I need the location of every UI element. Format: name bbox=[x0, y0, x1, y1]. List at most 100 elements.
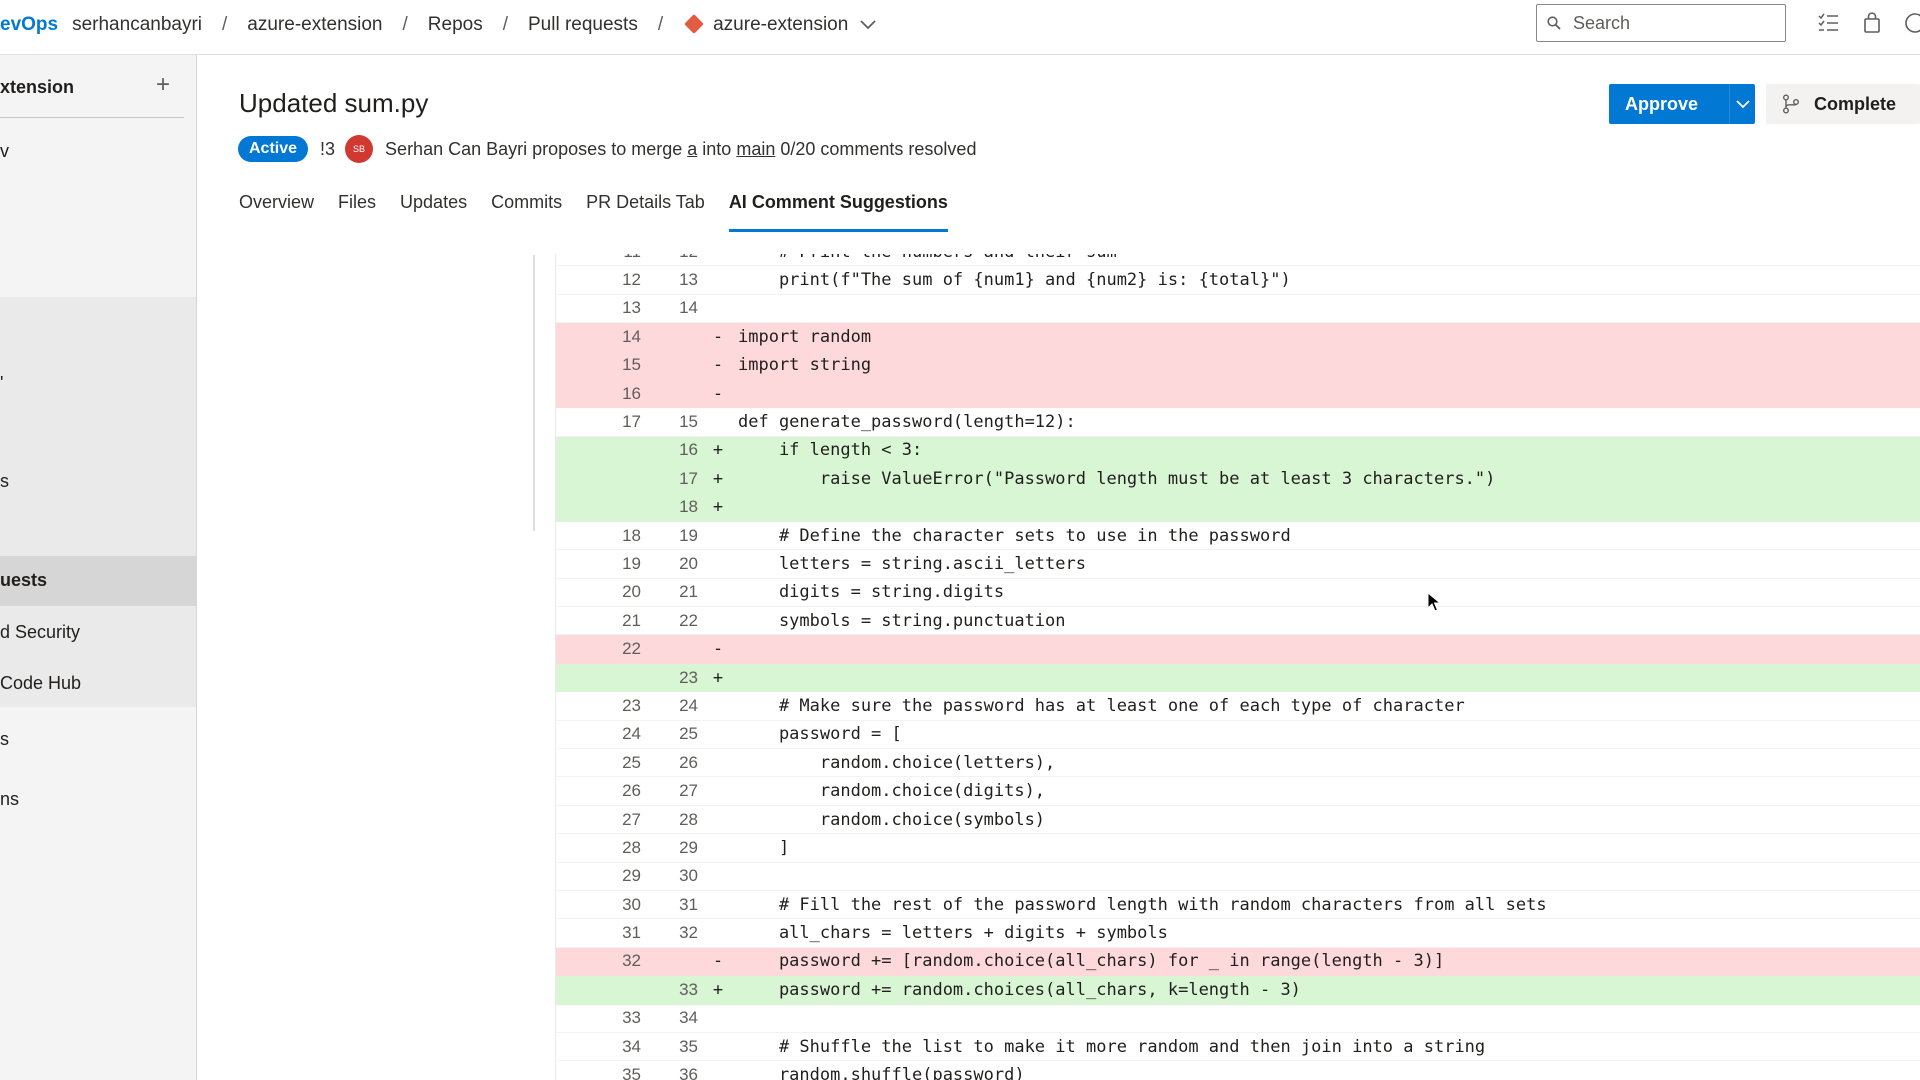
complete-button[interactable]: Complete bbox=[1766, 84, 1920, 124]
source-branch-link[interactable]: a bbox=[687, 139, 697, 160]
diff-lines: 1112 # Print the numbers and their sum12… bbox=[556, 254, 1920, 1080]
diff-line-added[interactable]: 18 + bbox=[556, 493, 1920, 522]
code-text: password += random.choices(all_chars, k=… bbox=[738, 979, 1301, 1000]
diff-line[interactable]: 33 34 bbox=[556, 1005, 1920, 1033]
sidebar-item-pull-requests[interactable]: uests bbox=[0, 556, 196, 606]
old-line-number: 13 bbox=[622, 298, 641, 318]
code-text: letters = string.ascii_letters bbox=[738, 553, 1086, 574]
sidebar-item-repos[interactable]: s bbox=[0, 471, 9, 492]
approve-button[interactable]: Approve bbox=[1609, 84, 1755, 124]
diff-viewer: 1112 # Print the numbers and their sum12… bbox=[555, 254, 1920, 1080]
old-line-number: 21 bbox=[622, 610, 641, 630]
tab-pr-details[interactable]: PR Details Tab bbox=[586, 192, 705, 232]
repo-selector[interactable]: azure-extension bbox=[713, 14, 848, 36]
search-input[interactable]: Search bbox=[1536, 4, 1786, 42]
old-line-number: 25 bbox=[622, 752, 641, 772]
diff-line[interactable]: 18 19 # Define the character sets to use … bbox=[556, 522, 1920, 551]
diff-line[interactable]: 35 36 random.shuffle(password) bbox=[556, 1061, 1920, 1080]
diff-line[interactable]: 27 28 random.choice(symbols) bbox=[556, 806, 1920, 835]
diff-line[interactable]: 20 21 digits = string.digits bbox=[556, 579, 1920, 608]
avatar[interactable]: SB bbox=[345, 135, 374, 163]
brand-link[interactable]: evOps bbox=[0, 14, 58, 36]
diff-line[interactable]: 1112 # Print the numbers and their sum bbox=[556, 254, 1920, 267]
sidebar-item-pipelines[interactable]: s bbox=[0, 729, 9, 750]
sidebar-item-advanced-security[interactable]: d Security bbox=[0, 622, 80, 643]
new-line-number: 36 bbox=[679, 1065, 698, 1080]
diff-line[interactable]: 19 20 letters = string.ascii_letters bbox=[556, 550, 1920, 579]
code-text: print(f"The sum of {num1} and {num2} is:… bbox=[738, 270, 1291, 291]
diff-line[interactable]: 12 13 print(f"The sum of {num1} and {num2… bbox=[556, 266, 1920, 295]
approve-dropdown[interactable] bbox=[1730, 99, 1755, 109]
breadcrumb-separator: / bbox=[402, 14, 408, 35]
diff-line-deleted[interactable]: 32 - password += [random.choice(all_chars… bbox=[556, 947, 1920, 977]
diff-line-deleted[interactable]: 16 - bbox=[556, 379, 1920, 409]
diff-line[interactable]: 17 15 def generate_password(length=12): bbox=[556, 408, 1920, 437]
diff-line[interactable]: 34 35 # Shuffle the list to make it more … bbox=[556, 1033, 1920, 1062]
diff-line[interactable]: 24 25 password = [ bbox=[556, 721, 1920, 750]
tab-commits[interactable]: Commits bbox=[491, 192, 562, 232]
project-name[interactable]: xtension bbox=[0, 77, 74, 98]
diff-line[interactable]: 28 29 ] bbox=[556, 834, 1920, 863]
breadcrumb-separator: / bbox=[502, 14, 508, 35]
breadcrumb-pull-requests[interactable]: Pull requests bbox=[528, 14, 638, 36]
breadcrumb-separator: / bbox=[222, 14, 228, 35]
sidebar-item-boards[interactable]: ' bbox=[0, 373, 3, 394]
shopping-bag-icon[interactable] bbox=[1863, 12, 1881, 34]
breadcrumb-repos[interactable]: Repos bbox=[428, 14, 483, 36]
approve-label: Approve bbox=[1625, 93, 1699, 114]
old-line-number: 20 bbox=[622, 582, 641, 602]
diff-line-added[interactable]: 16 + if length < 3: bbox=[556, 436, 1920, 466]
new-line-number: 21 bbox=[679, 582, 698, 602]
sidebar-item-test-plans[interactable]: ns bbox=[0, 789, 19, 810]
diff-line[interactable]: 30 31 # Fill the rest of the password len… bbox=[556, 891, 1920, 920]
code-text: random.choice(digits), bbox=[738, 781, 1046, 802]
old-line-number: 32 bbox=[622, 951, 641, 971]
new-line-number: 29 bbox=[679, 837, 698, 857]
tab-files[interactable]: Files bbox=[338, 192, 376, 232]
left-navigation: xtension + v ' s uests d Security Code H… bbox=[0, 55, 197, 1080]
breadcrumb-org[interactable]: serhancanbayri bbox=[72, 14, 202, 36]
merge-icon bbox=[1783, 94, 1799, 114]
tab-updates[interactable]: Updates bbox=[400, 192, 467, 232]
diff-line[interactable]: 21 22 symbols = string.punctuation bbox=[556, 607, 1920, 636]
search-placeholder: Search bbox=[1573, 12, 1631, 33]
tab-overview[interactable]: Overview bbox=[239, 192, 314, 232]
old-line-number: 12 bbox=[622, 270, 641, 290]
diff-line[interactable]: 31 32 all_chars = letters + digits + symb… bbox=[556, 919, 1920, 948]
new-line-number: 28 bbox=[679, 809, 698, 829]
diff-line-added[interactable]: 23 + bbox=[556, 663, 1920, 693]
code-text: import random bbox=[738, 326, 872, 347]
diff-line-deleted[interactable]: 15 - import string bbox=[556, 351, 1920, 380]
pr-id: !3 bbox=[320, 138, 336, 159]
diff-line-deleted[interactable]: 14 - import random bbox=[556, 323, 1920, 352]
diff-line[interactable]: 25 26 random.choice(letters), bbox=[556, 749, 1920, 778]
old-line-number: 31 bbox=[622, 923, 641, 943]
diff-line-deleted[interactable]: 22 - bbox=[556, 635, 1920, 664]
chevron-down-icon[interactable] bbox=[860, 20, 876, 30]
diff-line[interactable]: 26 27 random.choice(digits), bbox=[556, 777, 1920, 806]
diff-line[interactable]: 13 14 bbox=[556, 295, 1920, 324]
code-text: all_chars = letters + digits + symbols bbox=[738, 923, 1168, 944]
old-line-number: 16 bbox=[622, 383, 641, 403]
diff-line[interactable]: 23 24 # Make sure the password has at lea… bbox=[556, 692, 1920, 721]
new-line-number: 12 bbox=[641, 254, 698, 262]
sidebar-item-overview[interactable]: v bbox=[0, 141, 9, 162]
new-line-number: 15 bbox=[679, 412, 698, 432]
help-icon[interactable] bbox=[1904, 12, 1920, 34]
breadcrumb-project[interactable]: azure-extension bbox=[247, 14, 382, 36]
add-icon[interactable]: + bbox=[156, 71, 170, 99]
diff-line[interactable]: 29 30 bbox=[556, 863, 1920, 891]
diff-line-added[interactable]: 33 + password += random.choices(all_chars… bbox=[556, 976, 1920, 1005]
status-badge: Active bbox=[238, 136, 309, 162]
author-name[interactable]: Serhan Can Bayri bbox=[385, 139, 527, 160]
tab-ai-comment-suggestions[interactable]: AI Comment Suggestions bbox=[728, 192, 948, 232]
file-tree-splitter[interactable] bbox=[533, 255, 535, 531]
task-list-icon[interactable] bbox=[1817, 12, 1839, 34]
target-branch-link[interactable]: main bbox=[736, 139, 775, 160]
diff-line-added[interactable]: 17 + raise ValueError("Password length mu… bbox=[556, 465, 1920, 494]
sidebar-item-code-hub[interactable]: Code Hub bbox=[0, 673, 81, 694]
new-line-number: 20 bbox=[679, 553, 698, 573]
new-line-number: 33 bbox=[679, 979, 698, 999]
git-repo-icon bbox=[684, 14, 705, 34]
code-text: random.shuffle(password) bbox=[738, 1065, 1025, 1080]
